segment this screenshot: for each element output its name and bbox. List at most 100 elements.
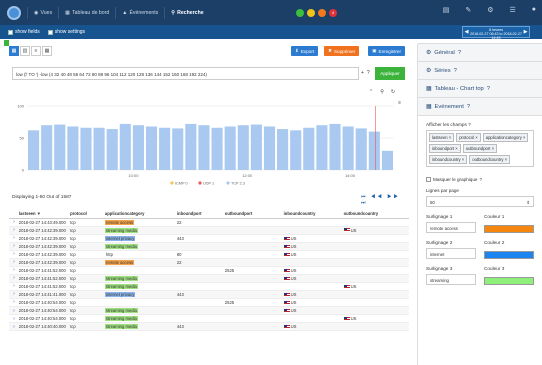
zoom-in-icon[interactable]: ⌃ bbox=[369, 89, 373, 95]
wrench-icon[interactable]: ✎ bbox=[465, 6, 471, 14]
table-row[interactable]: › 2018-02-27 14:41:52.000 tcp 2525 US bbox=[9, 266, 409, 275]
chart-bar[interactable] bbox=[263, 126, 276, 170]
expand-icon[interactable]: › bbox=[9, 322, 19, 332]
table-row[interactable]: › 2018-02-27 14:42:39.000 tcp remote access… bbox=[9, 258, 409, 267]
nav-item-search[interactable]: ⚲ Recherche bbox=[164, 6, 209, 19]
table-row[interactable]: › 2018-02-27 14:42:39.000 tcp streaming med… bbox=[9, 226, 409, 235]
expand-icon[interactable]: › bbox=[9, 266, 19, 275]
table-row[interactable]: › 2018-02-27 14:40:54.000 tcp streaming med… bbox=[9, 306, 409, 316]
chart-bar[interactable] bbox=[290, 130, 302, 170]
column-header[interactable]: outboundcountry bbox=[343, 209, 409, 219]
table-row[interactable]: › 2018-02-27 14:40:54.000 tcp streaming med… bbox=[9, 314, 409, 324]
chart-bar[interactable] bbox=[119, 123, 131, 170]
status-badge-green[interactable] bbox=[296, 9, 304, 17]
expand-icon[interactable]: › bbox=[9, 226, 19, 235]
columns-view-icon[interactable]: ▥ bbox=[20, 46, 30, 56]
sliders-icon[interactable]: ☰ bbox=[509, 6, 515, 14]
color-3-swatch[interactable] bbox=[484, 277, 534, 285]
chart-bar[interactable] bbox=[381, 150, 393, 170]
status-badge-red[interactable]: 4 bbox=[329, 9, 337, 17]
time-range-picker[interactable]: ◀ 8 heures 2018-02-27 06:43 to 2018-02-2… bbox=[462, 26, 530, 40]
table-row[interactable]: › 2018-02-27 14:42:39.000 tcp streaming med… bbox=[9, 242, 409, 251]
user-icon[interactable]: ● bbox=[532, 6, 536, 14]
expand-icon[interactable]: › bbox=[9, 234, 19, 243]
save-button[interactable]: ▣ Enregistrer bbox=[368, 46, 405, 56]
section-series[interactable]: ⚙ Séries? bbox=[418, 61, 542, 80]
app-logo[interactable] bbox=[7, 5, 21, 20]
fields-select[interactable]: lastseen × protocol × applicationcategory … bbox=[426, 130, 534, 167]
color-2-swatch[interactable] bbox=[484, 251, 534, 259]
table-view-icon[interactable]: ▦ bbox=[9, 46, 19, 56]
chart-bar[interactable] bbox=[106, 129, 118, 170]
status-badge-yellow[interactable] bbox=[307, 9, 315, 17]
apply-button[interactable]: Appliquer bbox=[375, 67, 405, 80]
chart-bar[interactable] bbox=[80, 127, 92, 170]
grid-view-icon[interactable]: ▦ bbox=[42, 46, 52, 56]
chart-bar[interactable] bbox=[303, 127, 315, 170]
chart-bar[interactable] bbox=[28, 130, 40, 170]
chart-bar[interactable] bbox=[159, 127, 171, 170]
chart-bar[interactable] bbox=[145, 126, 158, 170]
expand-icon[interactable]: › bbox=[9, 306, 19, 316]
legend-label[interactable]: UDP 1 bbox=[203, 182, 214, 186]
expand-icon[interactable]: › bbox=[9, 258, 19, 267]
chart-bar[interactable] bbox=[54, 124, 66, 170]
chart-bar[interactable] bbox=[277, 129, 289, 170]
field-chip[interactable]: lastseen × bbox=[429, 133, 455, 142]
expand-icon[interactable]: › bbox=[9, 250, 19, 259]
export-button[interactable]: ⬇ Export bbox=[290, 46, 319, 56]
legend-label[interactable]: TCP 2.3 bbox=[231, 182, 245, 186]
chart-bar[interactable] bbox=[67, 126, 79, 170]
chart-bar[interactable] bbox=[198, 125, 210, 170]
table-row[interactable]: › 2018-02-27 14:43:49.000 tcp remote access… bbox=[9, 218, 409, 227]
delete-button[interactable]: ✖ Supprimer bbox=[324, 46, 360, 56]
show-settings-checkbox[interactable]: show settings bbox=[47, 29, 85, 35]
chart-bar[interactable] bbox=[342, 126, 354, 170]
chart-bar[interactable] bbox=[237, 125, 249, 170]
table-row[interactable]: › 2018-02-27 14:42:39.000 tcp internet priv… bbox=[9, 234, 409, 243]
search-icon[interactable]: ⚲ bbox=[380, 89, 384, 95]
help-icon[interactable]: ? bbox=[367, 70, 370, 76]
field-chip[interactable]: inboundcountry × bbox=[429, 155, 468, 164]
chart-bar[interactable] bbox=[172, 128, 184, 170]
section-table-chart[interactable]: ▦ Tableau - Chart top? bbox=[418, 79, 542, 98]
field-chip[interactable]: outboundport × bbox=[462, 144, 498, 153]
time-prev-button[interactable]: ◀ bbox=[463, 27, 470, 37]
expand-icon[interactable]: › bbox=[9, 290, 19, 299]
chart-bar[interactable] bbox=[41, 125, 53, 170]
add-icon[interactable]: + bbox=[361, 70, 364, 76]
chart-menu-icon[interactable]: ≡ bbox=[398, 100, 401, 106]
field-chip[interactable]: outboundcountry × bbox=[469, 155, 511, 164]
chart-bar[interactable] bbox=[368, 131, 380, 170]
column-header[interactable]: applicationcategory bbox=[104, 209, 177, 219]
legend-label[interactable]: ICMP 0 bbox=[175, 182, 188, 186]
expand-icon[interactable]: › bbox=[9, 282, 19, 291]
refresh-icon[interactable]: ↻ bbox=[391, 89, 395, 95]
table-row[interactable]: › 2018-02-27 14:41:41.000 tcp internet priv… bbox=[9, 290, 409, 299]
table-row[interactable]: › 2018-02-27 14:41:52.000 tcp streaming med… bbox=[9, 274, 409, 283]
expand-icon[interactable]: › bbox=[9, 242, 19, 251]
nav-item-events[interactable]: ▲ Événements bbox=[115, 6, 164, 19]
chart-bar[interactable] bbox=[224, 126, 236, 170]
table-row[interactable]: › 2018-02-27 14:40:40.000 tcp streaming med… bbox=[9, 322, 409, 332]
time-range-display[interactable]: 8 heures 2018-02-27 06:43 to 2018-02-27 … bbox=[470, 27, 522, 40]
expand-icon[interactable]: › bbox=[9, 298, 19, 308]
column-header[interactable]: protocol bbox=[70, 209, 105, 219]
chart-bar[interactable] bbox=[211, 127, 223, 170]
time-next-button[interactable]: ▶ bbox=[522, 27, 529, 37]
query-input[interactable]: low (l' TO ') -low (4 32 40 48 56 64 72 … bbox=[12, 67, 359, 80]
highlight-3-input[interactable]: streaming bbox=[426, 274, 476, 285]
chart-bar[interactable] bbox=[93, 127, 105, 170]
table-row[interactable]: › 2018-02-27 14:42:39.000 tcp http 80 US bbox=[9, 250, 409, 259]
section-event[interactable]: ▦ Evénement? bbox=[418, 97, 542, 116]
nav-item-views[interactable]: ◉ Vues bbox=[27, 6, 58, 19]
table-row[interactable]: › 2018-02-27 14:40:54.000 tcp 2525 US bbox=[9, 298, 409, 308]
highlight-2-input[interactable]: internet bbox=[426, 248, 476, 259]
list-view-icon[interactable]: ≡ bbox=[31, 46, 41, 56]
gear-icon[interactable]: ⚙ bbox=[487, 6, 493, 14]
expand-icon[interactable]: › bbox=[9, 314, 19, 324]
rows-per-page-select[interactable]: 50 ⇕ bbox=[426, 196, 534, 207]
document-icon[interactable]: ▤ bbox=[443, 6, 450, 14]
expand-icon[interactable]: › bbox=[9, 274, 19, 283]
section-general[interactable]: ⚙ Général? bbox=[418, 43, 542, 62]
